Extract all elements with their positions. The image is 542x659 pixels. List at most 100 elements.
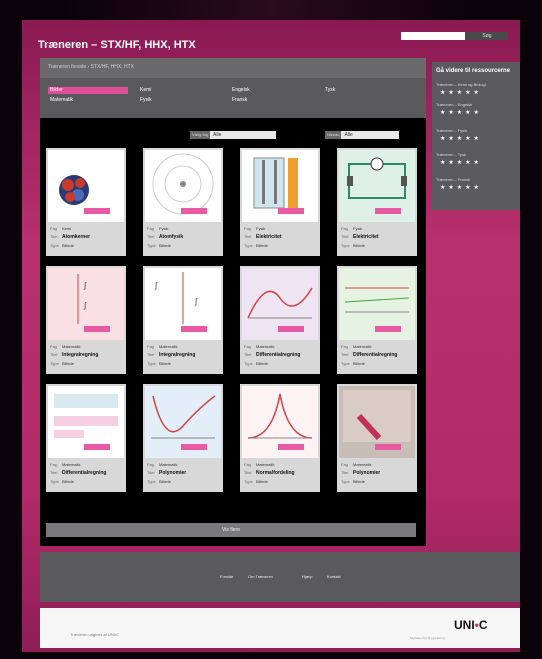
level-filter[interactable]: Niveau Alle — [325, 131, 400, 139]
card-meta: Titel Atomfysik — [147, 234, 184, 240]
svg-text:∫: ∫ — [154, 281, 158, 290]
subject-select[interactable]: Alle — [210, 131, 277, 139]
card-thumbnail[interactable] — [48, 386, 124, 458]
svg-text:∫: ∫ — [83, 301, 87, 310]
card-meta: Type Billede — [50, 243, 75, 248]
resource-card[interactable]: ∫ ∫ Fag Matematik Titel Integralregning Typ… — [46, 266, 126, 374]
card-thumbnail[interactable]: ∫ ∫ — [145, 268, 221, 340]
show-more-button[interactable]: Vis flere — [46, 523, 416, 537]
rating-stars: ★★★★★ — [440, 160, 482, 166]
card-thumbnail[interactable] — [242, 268, 318, 340]
sidebar-item[interactable]: Træneren – Fransk — [436, 177, 470, 182]
card-meta: Fag Matematik — [244, 344, 275, 349]
card-meta: Fag Matematik — [244, 462, 275, 467]
sidebar-item[interactable]: Træneren – Fysik — [436, 128, 467, 133]
tab-matematik[interactable]: Matematik — [50, 97, 73, 103]
svg-text:∫: ∫ — [83, 281, 87, 290]
page-title: Træneren – STX/HF, HHX, HTX — [38, 39, 196, 51]
tab-bilder[interactable]: Bilder — [48, 87, 128, 94]
card-thumbnail[interactable] — [339, 268, 415, 340]
card-meta: Type Billede — [244, 243, 269, 248]
card-meta: Type Billede — [147, 479, 172, 484]
unic-logo[interactable]: UNI•C — [454, 618, 488, 632]
card-meta: Titel Elektricitet — [341, 234, 379, 240]
subject-filter[interactable]: Vælg fag Alle — [190, 131, 277, 139]
footer-link[interactable]: Forside — [220, 574, 233, 579]
footer: Træneren udgives af UNI•C UNI•C Styrelse… — [40, 608, 520, 648]
card-meta: Titel Integralregning — [50, 352, 99, 358]
card-meta: Titel Differentialregning — [341, 352, 398, 358]
resource-card[interactable]: Fag Matematik Titel Differentialregning Ty… — [46, 384, 126, 492]
footer-link[interactable]: Hjælp — [302, 574, 312, 579]
tab-fransk[interactable]: Fransk — [232, 97, 247, 103]
sidebar-item[interactable]: Træneren – Kemi og Biologi — [436, 82, 486, 87]
resource-card[interactable]: Fag Matematik Titel Differentialregning Ty… — [240, 266, 320, 374]
card-meta: Fag Fysik — [244, 226, 266, 231]
card-meta: Titel Differentialregning — [244, 352, 301, 358]
footer-nav: Forside Om Træneren Hjælp Kontakt — [40, 552, 520, 602]
resource-card[interactable]: Fag Matematik Titel Polynomier Type Billede — [337, 384, 417, 492]
card-meta: Titel Polynomier — [147, 470, 187, 476]
tab-kemi[interactable]: Kemi — [140, 87, 151, 93]
card-meta: Fag Matematik — [50, 344, 81, 349]
card-thumbnail[interactable] — [145, 386, 221, 458]
card-thumbnail[interactable] — [339, 386, 415, 458]
copyright-text: Træneren udgives af UNI•C — [70, 632, 120, 637]
card-meta: Fag Fysik — [341, 226, 363, 231]
card-thumbnail[interactable] — [242, 386, 318, 458]
card-meta: Type Billede — [147, 243, 172, 248]
card-thumbnail[interactable] — [242, 150, 318, 222]
level-select[interactable]: Alle — [341, 131, 400, 139]
sidebar-heading: Gå videre til ressourcerne — [436, 68, 511, 74]
svg-text:∫: ∫ — [194, 297, 198, 306]
sidebar-item[interactable]: Træneren – Engelsk — [436, 102, 472, 107]
footer-link[interactable]: Kontakt — [327, 574, 341, 579]
card-meta: Fag Matematik — [50, 462, 81, 467]
rating-stars: ★★★★★ — [440, 136, 482, 142]
resource-card[interactable]: Fag Kemi Titel Atomkerner Type Billede — [46, 148, 126, 256]
card-meta: Type Billede — [50, 479, 75, 484]
card-meta: Type Billede — [147, 361, 172, 366]
card-meta: Fag Kemi — [50, 226, 72, 231]
resource-card[interactable]: Fag Matematik Titel Differentialregning Ty… — [337, 266, 417, 374]
card-meta: Fag Matematik — [147, 462, 178, 467]
tab-fysik[interactable]: Fysik — [140, 97, 152, 103]
resource-card[interactable]: Fag Matematik Titel Polynomier Type Billede — [143, 384, 223, 492]
resource-card[interactable]: Fag Fysik Titel Elektricitet Type Billede — [337, 148, 417, 256]
card-thumbnail[interactable] — [48, 150, 124, 222]
related-sidebar: Gå videre til ressourcerne Træneren – Ke… — [432, 62, 520, 210]
card-thumbnail[interactable]: ∫ ∫ — [48, 268, 124, 340]
card-meta: Titel Elektricitet — [244, 234, 282, 240]
card-meta: Titel Integralregning — [147, 352, 196, 358]
card-meta: Fag Matematik — [341, 344, 372, 349]
card-meta: Type Billede — [244, 361, 269, 366]
tab-tysk[interactable]: Tysk — [325, 87, 335, 93]
footer-subtext: Styrelsen for IT og Læring — [410, 636, 445, 640]
card-meta: Fag Matematik — [147, 344, 178, 349]
footer-link[interactable]: Om Træneren — [248, 574, 273, 579]
filter-label: Niveau — [325, 131, 342, 139]
breadcrumb-bar: Træneren forside › STX/HF, HHX, HTX — [40, 58, 426, 78]
resource-card[interactable]: ∫ ∫ Fag Matematik Titel Integralregning Typ… — [143, 266, 223, 374]
tab-engelsk[interactable]: Engelsk — [232, 87, 250, 93]
card-meta: Titel Differentialregning — [50, 470, 107, 476]
rating-stars: ★★★★★ — [440, 110, 482, 116]
card-thumbnail[interactable] — [339, 150, 415, 222]
sidebar-item[interactable]: Træneren – Tysk — [436, 152, 466, 157]
card-meta: Type Billede — [50, 361, 75, 366]
panel-header: Træneren forside › STX/HF, HHX, HTX Bild… — [40, 58, 426, 118]
card-meta: Titel Atomkerner — [50, 234, 91, 240]
search-input[interactable] — [401, 32, 465, 40]
breadcrumb: Træneren forside › STX/HF, HHX, HTX — [48, 64, 134, 70]
rating-stars: ★★★★★ — [440, 90, 482, 96]
card-thumbnail[interactable] — [145, 150, 221, 222]
resource-card[interactable]: Fag Fysik Titel Atomfysik Type Billede — [143, 148, 223, 256]
page-frame: Træneren – STX/HF, HHX, HTX Søg Træneren… — [22, 20, 520, 652]
resource-card[interactable]: Fag Fysik Titel Elektricitet Type Billede — [240, 148, 320, 256]
filter-label: Vælg fag — [190, 131, 211, 139]
card-meta: Fag Fysik — [147, 226, 169, 231]
search-button[interactable]: Søg — [466, 32, 508, 40]
resource-card[interactable]: Fag Matematik Titel Normalfordeling Type Bi… — [240, 384, 320, 492]
card-meta: Fag Matematik — [341, 462, 372, 467]
main-panel: Træneren forside › STX/HF, HHX, HTX Bild… — [40, 58, 426, 546]
